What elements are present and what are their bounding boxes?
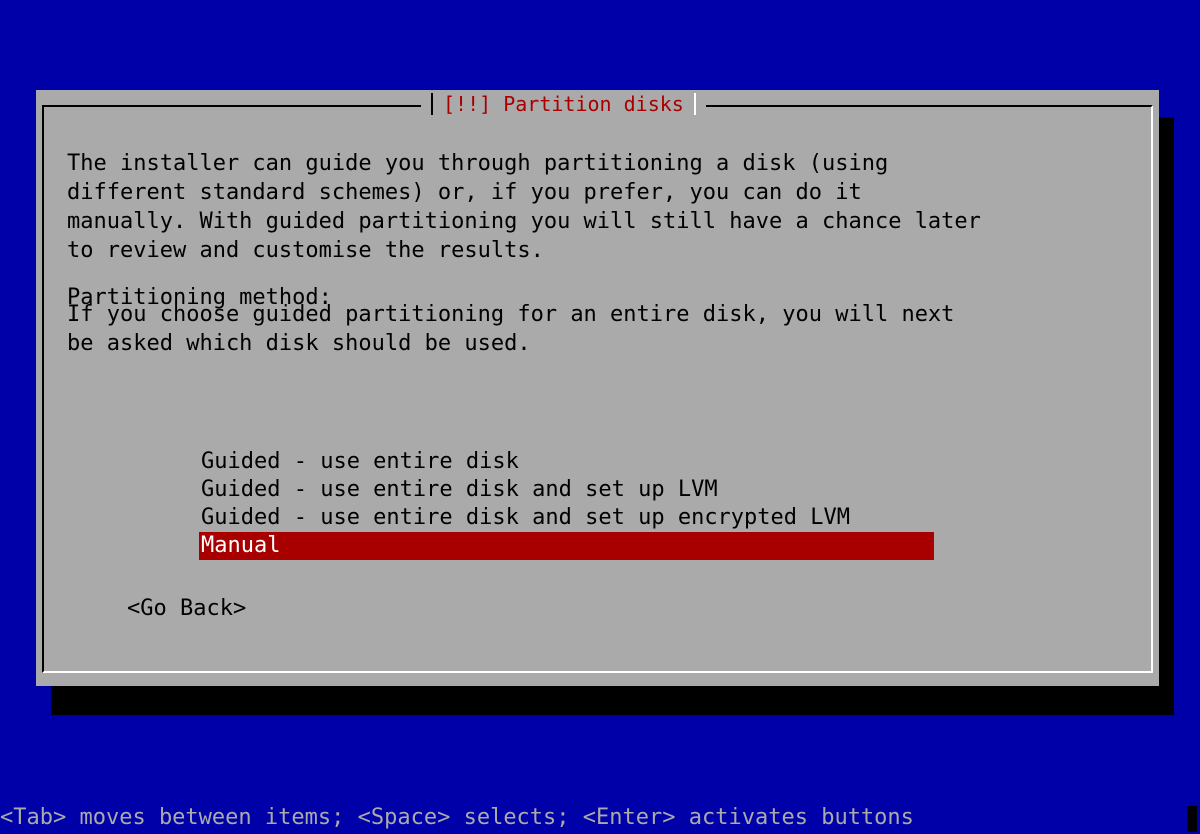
- title-left-tick: [431, 93, 433, 115]
- terminal-cursor: [1187, 806, 1197, 832]
- keyboard-help-text: <Tab> moves between items; <Space> selec…: [0, 805, 914, 830]
- dialog-title-bar: [!!] Partition disks: [421, 91, 706, 117]
- partitioning-method-label: Partitioning method:: [67, 285, 332, 310]
- option-guided-encrypted-lvm[interactable]: Guided - use entire disk and set up encr…: [199, 504, 934, 532]
- option-guided-entire-disk[interactable]: Guided - use entire disk: [199, 448, 934, 476]
- title-right-tick: [693, 93, 696, 115]
- option-guided-lvm[interactable]: Guided - use entire disk and set up LVM: [199, 476, 934, 504]
- partitioning-method-list: Guided - use entire disk Guided - use en…: [199, 448, 934, 560]
- option-manual[interactable]: Manual: [199, 532, 934, 560]
- dialog-title: [!!] Partition disks: [443, 92, 684, 116]
- partition-disks-dialog: [!!] Partition disks The installer can g…: [36, 90, 1159, 686]
- go-back-button[interactable]: <Go Back>: [127, 595, 246, 623]
- guided-partitioning-description: The installer can guide you through part…: [67, 151, 981, 263]
